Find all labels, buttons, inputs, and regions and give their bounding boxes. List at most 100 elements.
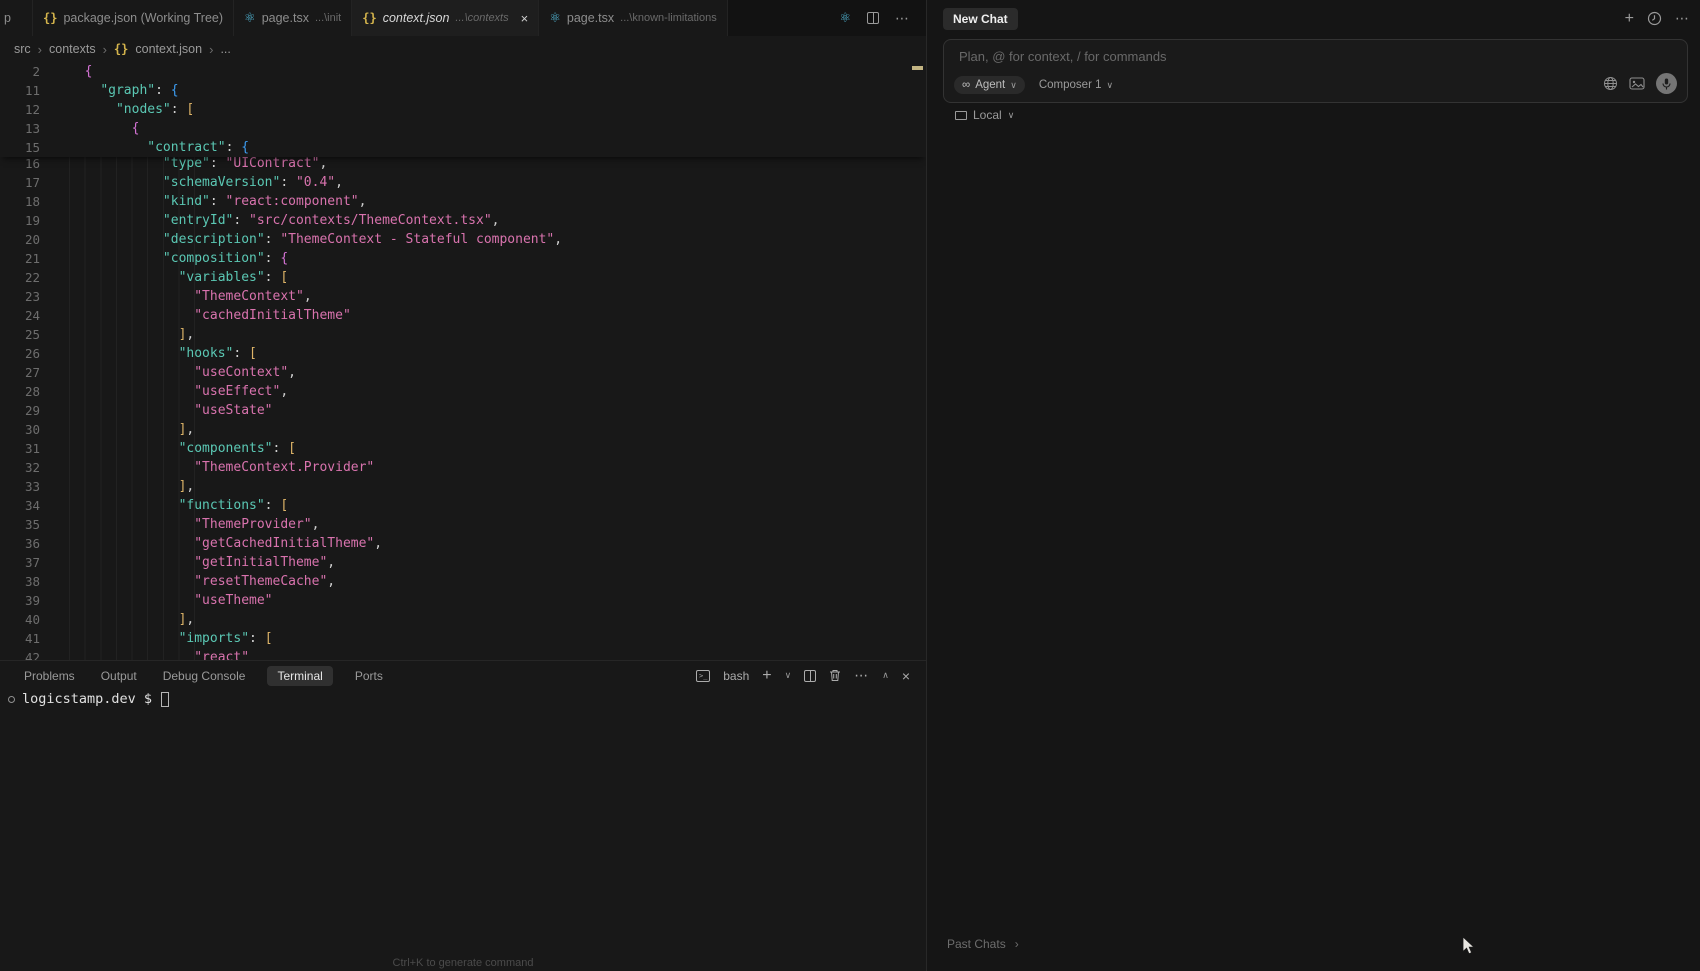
maximize-panel-icon[interactable]: ∧ <box>882 670 889 681</box>
tab-package-json[interactable]: {} package.json (Working Tree) <box>33 0 234 36</box>
code-line[interactable]: 12 "nodes": [ <box>0 100 926 119</box>
code-line[interactable]: 2 { <box>0 62 926 81</box>
terminal-profile-chevron-icon[interactable]: ∨ <box>785 670 792 681</box>
breadcrumb-item-src[interactable]: src <box>14 42 31 56</box>
web-icon[interactable] <box>1603 76 1618 91</box>
code-line[interactable]: 31 "components": [ <box>0 439 926 458</box>
code-line[interactable]: 28 "useEffect", <box>0 382 926 401</box>
code-line[interactable]: 42 "react" <box>0 648 926 660</box>
breadcrumb-item-file[interactable]: context.json <box>135 42 202 56</box>
panel-tab-output[interactable]: Output <box>97 666 141 686</box>
line-number: 30 <box>0 420 40 439</box>
code-line-text: "description": "ThemeContext - Stateful … <box>40 230 562 249</box>
line-number: 26 <box>0 344 40 363</box>
code-line-text: "useState" <box>40 401 273 420</box>
past-chats-link[interactable]: Past Chats › <box>947 937 1019 951</box>
new-terminal-icon[interactable]: + <box>762 668 771 684</box>
line-number: 19 <box>0 211 40 230</box>
new-chat-plus-icon[interactable]: + <box>1625 11 1634 27</box>
tab-context-json[interactable]: {} context.json ...\contexts × <box>352 0 539 36</box>
code-line-text: "ThemeContext", <box>40 287 312 306</box>
code-line[interactable]: 20 "description": "ThemeContext - Statef… <box>0 230 926 249</box>
code-line[interactable]: 22 "variables": [ <box>0 268 926 287</box>
split-editor-icon[interactable] <box>867 12 879 24</box>
image-icon[interactable] <box>1629 77 1645 90</box>
code-line[interactable]: 33 ], <box>0 477 926 496</box>
code-line-text: "imports": [ <box>40 629 273 648</box>
chat-input[interactable]: Plan, @ for context, / for commands ∞ Ag… <box>943 39 1688 103</box>
code-line[interactable]: 27 "useContext", <box>0 363 926 382</box>
line-number: 31 <box>0 439 40 458</box>
code-line[interactable]: 38 "resetThemeCache", <box>0 572 926 591</box>
code-lines: 16 "type": "UIContract",17 "schemaVersio… <box>0 154 926 660</box>
close-panel-icon[interactable]: × <box>902 668 910 684</box>
model-selector[interactable]: Composer 1 ∨ <box>1039 79 1113 91</box>
panel-tab-terminal[interactable]: Terminal <box>267 666 332 686</box>
tab-page-tsx-init[interactable]: ⚛ page.tsx ...\init <box>234 0 352 36</box>
react-icon[interactable]: ⚛ <box>839 10 851 26</box>
code-line[interactable]: 26 "hooks": [ <box>0 344 926 363</box>
code-line[interactable]: 24 "cachedInitialTheme" <box>0 306 926 325</box>
agent-mode-selector[interactable]: ∞ Agent ∨ <box>954 76 1025 94</box>
code-line-text: "composition": { <box>40 249 288 268</box>
code-line[interactable]: 40 ], <box>0 610 926 629</box>
line-number: 28 <box>0 382 40 401</box>
close-icon[interactable]: × <box>521 11 529 26</box>
panel-tab-ports[interactable]: Ports <box>351 666 387 686</box>
code-line[interactable]: 25 ], <box>0 325 926 344</box>
code-line[interactable]: 23 "ThemeContext", <box>0 287 926 306</box>
line-number: 17 <box>0 173 40 192</box>
panel-tab-problems[interactable]: Problems <box>20 666 79 686</box>
code-line[interactable]: 17 "schemaVersion": "0.4", <box>0 173 926 192</box>
code-line[interactable]: 34 "functions": [ <box>0 496 926 515</box>
code-line[interactable]: 35 "ThemeProvider", <box>0 515 926 534</box>
environment-selector[interactable]: Local ∨ <box>955 108 1014 122</box>
code-line-text: "contract": { <box>40 138 249 157</box>
code-line[interactable]: 21 "composition": { <box>0 249 926 268</box>
breadcrumb-item-symbol[interactable]: ... <box>220 42 230 56</box>
chevron-right-icon: › <box>209 42 213 57</box>
new-chat-button[interactable]: New Chat <box>943 8 1018 30</box>
chevron-right-icon: › <box>38 42 42 57</box>
tab-partial[interactable]: p <box>0 0 33 36</box>
code-line[interactable]: 37 "getInitialTheme", <box>0 553 926 572</box>
code-line[interactable]: 11 "graph": { <box>0 81 926 100</box>
code-line-text: "graph": { <box>40 81 179 100</box>
code-line-text: "resetThemeCache", <box>40 572 335 591</box>
code-line[interactable]: 30 ], <box>0 420 926 439</box>
more-actions-icon[interactable]: ⋯ <box>854 667 869 684</box>
bottom-panel: Problems Output Debug Console Terminal P… <box>0 660 926 971</box>
chevron-down-icon: ∨ <box>1008 110 1015 121</box>
shell-name[interactable]: bash <box>723 669 749 683</box>
code-line-text: "components": [ <box>40 439 296 458</box>
code-editor[interactable]: 16 "type": "UIContract",17 "schemaVersio… <box>0 62 926 660</box>
history-icon[interactable] <box>1647 11 1662 26</box>
chevron-right-icon: › <box>103 42 107 57</box>
chevron-down-icon: ∨ <box>1010 80 1017 91</box>
code-line[interactable]: 18 "kind": "react:component", <box>0 192 926 211</box>
tab-path-suffix: ...\known-limitations <box>620 12 717 24</box>
more-options-icon[interactable]: ⋯ <box>1675 10 1690 27</box>
code-line-text: "kind": "react:component", <box>40 192 366 211</box>
code-line[interactable]: 29 "useState" <box>0 401 926 420</box>
code-line[interactable]: 19 "entryId": "src/contexts/ThemeContext… <box>0 211 926 230</box>
split-terminal-icon[interactable] <box>804 670 816 682</box>
code-line[interactable]: 15 "contract": { <box>0 138 926 157</box>
code-line-text: "variables": [ <box>40 268 288 287</box>
trash-icon[interactable] <box>829 669 841 682</box>
code-line[interactable]: 36 "getCachedInitialTheme", <box>0 534 926 553</box>
code-line-text: { <box>40 119 139 138</box>
code-line[interactable]: 32 "ThemeContext.Provider" <box>0 458 926 477</box>
code-line[interactable]: 13 { <box>0 119 926 138</box>
code-line-text: "entryId": "src/contexts/ThemeContext.ts… <box>40 211 500 230</box>
panel-tab-debug-console[interactable]: Debug Console <box>159 666 250 686</box>
editor-column: p {} package.json (Working Tree) ⚛ page.… <box>0 0 927 971</box>
breadcrumb-item-contexts[interactable]: contexts <box>49 42 96 56</box>
line-number: 32 <box>0 458 40 477</box>
tab-page-tsx-known-limitations[interactable]: ⚛ page.tsx ...\known-limitations <box>539 0 728 36</box>
code-line[interactable]: 39 "useTheme" <box>0 591 926 610</box>
terminal-prompt-line[interactable]: logicstamp.dev $ <box>8 691 169 707</box>
microphone-button[interactable] <box>1656 73 1677 94</box>
more-actions-icon[interactable]: ⋯ <box>895 10 910 27</box>
code-line[interactable]: 41 "imports": [ <box>0 629 926 648</box>
